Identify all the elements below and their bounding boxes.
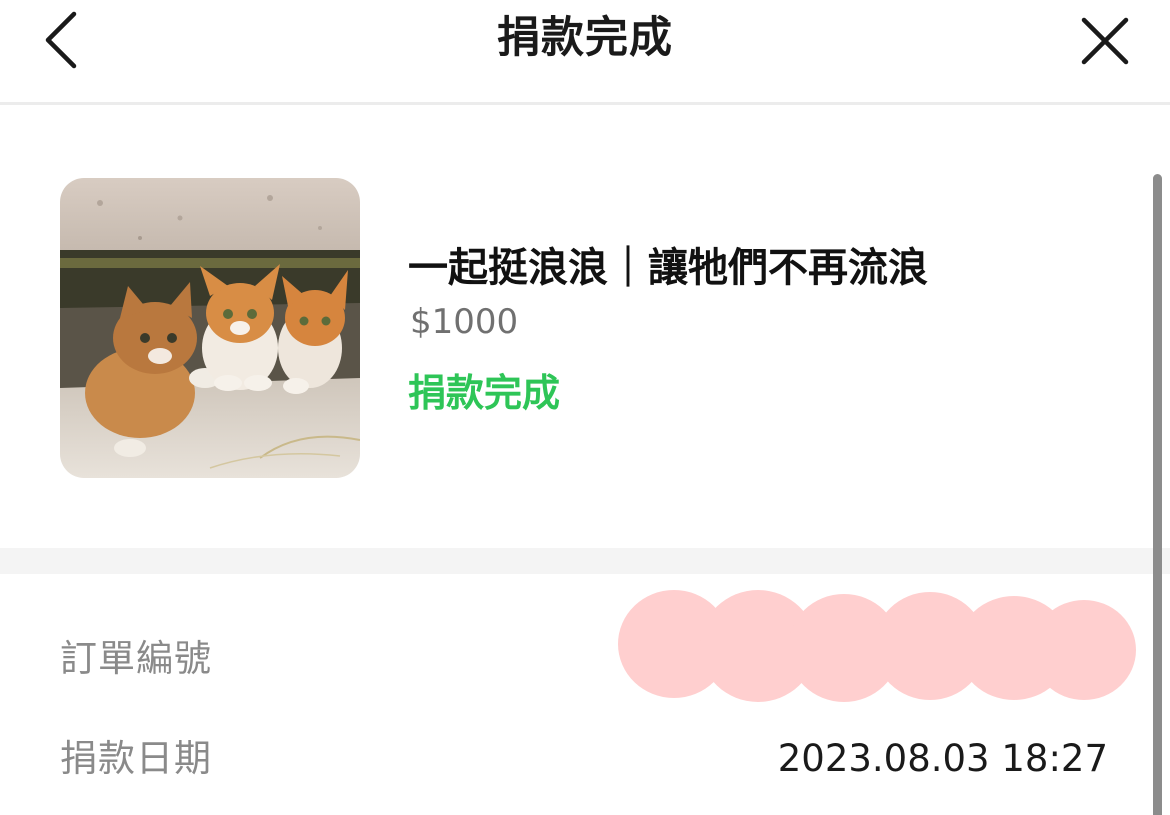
donation-complete-screen: 捐款完成 一起挺浪浪｜讓牠們不再流浪 $1000 捐款完成 訂單編號 捐款日期 … — [0, 0, 1170, 815]
page-title: 捐款完成 — [497, 13, 673, 63]
order-number-label: 訂單編號 — [60, 637, 212, 680]
donation-date-value: 2023.08.03 18:27 — [777, 737, 1108, 780]
scrollbar[interactable] — [1153, 174, 1162, 815]
campaign-title: 一起挺浪浪｜讓牠們不再流浪 — [408, 245, 928, 291]
donation-date-label: 捐款日期 — [60, 737, 212, 780]
close-icon — [1081, 17, 1129, 65]
top-nav-bar: 捐款完成 — [0, 0, 1170, 105]
section-divider — [0, 548, 1170, 574]
close-button[interactable] — [1078, 14, 1132, 68]
campaign-image — [60, 178, 360, 478]
donation-amount: $1000 — [410, 302, 519, 342]
order-number-redaction — [610, 584, 1140, 710]
donation-status: 捐款完成 — [408, 371, 561, 415]
